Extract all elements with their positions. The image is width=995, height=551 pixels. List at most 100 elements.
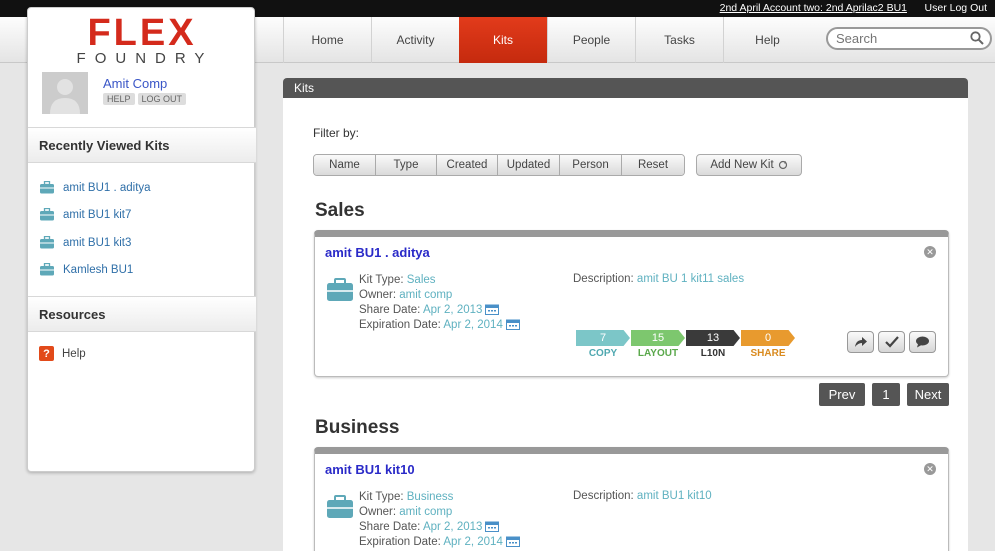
- recent-kit-4[interactable]: Kamlesh BU1: [39, 263, 133, 276]
- filter-bar: Name Type Created Updated Person Reset: [313, 154, 685, 176]
- user-name[interactable]: Amit Comp: [103, 76, 167, 91]
- account-link[interactable]: 2nd April Account two: 2nd Aprilac2 BU1: [720, 2, 907, 14]
- recent-kit-2[interactable]: amit BU1 kit7: [39, 208, 131, 221]
- nav-help[interactable]: Help: [723, 17, 811, 63]
- kit-actions: [847, 331, 936, 353]
- help-link-label: Help: [62, 347, 86, 360]
- stage-layout[interactable]: 15 LAYOUT: [631, 330, 685, 359]
- filter-label: Filter by:: [313, 126, 360, 140]
- description-label: Description:: [573, 273, 634, 285]
- comment-button[interactable]: [909, 331, 936, 353]
- briefcase-icon: [40, 236, 54, 249]
- description-value: amit BU 1 kit11 sales: [636, 273, 745, 285]
- close-icon[interactable]: ✕: [924, 463, 936, 475]
- share-date-value: Apr 2, 2013: [422, 521, 483, 533]
- kit-details: Kit Type: Business Owner: amit comp Shar…: [359, 490, 520, 550]
- kit-type-value: Sales: [406, 274, 436, 286]
- user-logout-link[interactable]: User Log Out: [925, 2, 987, 14]
- filter-person-button[interactable]: Person: [560, 155, 622, 175]
- section-title-sales: Sales: [315, 200, 365, 221]
- recent-kit-label: Kamlesh BU1: [63, 263, 134, 276]
- calendar-icon[interactable]: [485, 521, 500, 533]
- kit-description: Description: amit BU1 kit10: [573, 490, 712, 502]
- nav-kits[interactable]: Kits: [459, 17, 547, 63]
- share-date-value: Apr 2, 2013: [422, 304, 483, 316]
- kits-panel: Kits Filter by: Name Type Created Update…: [283, 78, 968, 551]
- recent-kit-label: amit BU1 kit7: [63, 208, 132, 221]
- kit-card-sales: amit BU1 . aditya ✕ Kit Type: Sales Owne…: [314, 230, 949, 377]
- search-box: [826, 27, 992, 50]
- resources-help-link[interactable]: ? Help: [39, 346, 86, 361]
- stage-count: 15: [631, 330, 685, 346]
- owner-label: Owner:: [359, 289, 397, 301]
- stage-copy[interactable]: 7 COPY: [576, 330, 630, 359]
- filter-name-button[interactable]: Name: [314, 155, 376, 175]
- kit-type-label: Kit Type:: [359, 491, 404, 503]
- owner-value[interactable]: amit comp: [399, 289, 452, 301]
- kit-type-value: Business: [406, 491, 454, 503]
- filter-type-button[interactable]: Type: [376, 155, 437, 175]
- briefcase-icon: [327, 278, 353, 301]
- help-question-icon: ?: [39, 346, 54, 361]
- description-value: amit BU1 kit10: [636, 490, 712, 502]
- add-new-kit-label: Add New Kit: [710, 159, 774, 171]
- kit-description: Description: amit BU 1 kit11 sales: [573, 273, 744, 285]
- owner-label: Owner:: [359, 506, 397, 518]
- kit-title[interactable]: amit BU1 kit10: [325, 462, 415, 477]
- stage-label: SHARE: [750, 348, 786, 359]
- recent-kit-1[interactable]: amit BU1 . aditya: [39, 181, 151, 194]
- search-input[interactable]: [836, 29, 966, 48]
- flex-foundry-logo[interactable]: FLEX FOUNDRY: [28, 14, 256, 67]
- stage-label: COPY: [588, 348, 618, 359]
- user-buttons: HELP LOG OUT: [103, 93, 187, 105]
- share-date-label: Share Date:: [359, 521, 421, 533]
- owner-value[interactable]: amit comp: [399, 506, 452, 518]
- sidebar: FLEX FOUNDRY Amit Comp HELP LOG OUT Rece…: [27, 7, 256, 472]
- calendar-icon[interactable]: [485, 304, 500, 316]
- expiration-date-value: Apr 2, 2014: [443, 319, 503, 331]
- stage-count: 7: [576, 330, 630, 346]
- filter-reset-button[interactable]: Reset: [622, 155, 684, 175]
- nav-tasks[interactable]: Tasks: [635, 17, 723, 63]
- briefcase-icon: [40, 181, 54, 194]
- kit-details: Kit Type: Sales Owner: amit comp Share D…: [359, 273, 520, 333]
- stage-label: LAYOUT: [637, 348, 679, 359]
- briefcase-icon: [40, 263, 54, 276]
- checkmark-icon: [884, 336, 899, 348]
- stage-l10n[interactable]: 13 L10N: [686, 330, 740, 359]
- recent-kit-label: amit BU1 kit3: [63, 236, 132, 249]
- help-button[interactable]: HELP: [103, 93, 135, 105]
- prev-page-button[interactable]: Prev: [819, 383, 865, 406]
- next-page-button[interactable]: Next: [907, 383, 949, 406]
- calendar-icon[interactable]: [505, 319, 520, 331]
- recent-kit-3[interactable]: amit BU1 kit3: [39, 236, 131, 249]
- stage-share[interactable]: 0 SHARE: [741, 330, 795, 359]
- filter-created-button[interactable]: Created: [437, 155, 498, 175]
- nav-activity[interactable]: Activity: [371, 17, 459, 63]
- close-icon[interactable]: ✕: [924, 246, 936, 258]
- page-1-button[interactable]: 1: [872, 383, 900, 406]
- expiration-date-label: Expiration Date:: [359, 536, 441, 548]
- search-icon[interactable]: [970, 31, 984, 45]
- kit-title[interactable]: amit BU1 . aditya: [325, 245, 430, 260]
- logo-foundry: FOUNDRY: [76, 50, 214, 67]
- speech-bubble-icon: [916, 336, 929, 348]
- briefcase-icon: [40, 208, 54, 221]
- section-title-business: Business: [315, 417, 400, 438]
- nav-people[interactable]: People: [547, 17, 635, 63]
- refresh-icon: [778, 160, 787, 170]
- logout-button[interactable]: LOG OUT: [137, 93, 187, 105]
- main-nav: Home Activity Kits People Tasks Help: [283, 17, 811, 63]
- stage-count: 0: [741, 330, 795, 346]
- calendar-icon[interactable]: [505, 536, 520, 548]
- avatar: [42, 72, 88, 114]
- add-new-kit-button[interactable]: Add New Kit: [696, 154, 802, 176]
- recent-kit-label: amit BU1 . aditya: [63, 181, 151, 194]
- resources-heading: Resources: [28, 296, 256, 332]
- kits-panel-header: Kits: [283, 78, 968, 98]
- approve-button[interactable]: [878, 331, 905, 353]
- nav-home[interactable]: Home: [283, 17, 371, 63]
- share-date-label: Share Date:: [359, 304, 421, 316]
- share-button[interactable]: [847, 331, 874, 353]
- filter-updated-button[interactable]: Updated: [498, 155, 560, 175]
